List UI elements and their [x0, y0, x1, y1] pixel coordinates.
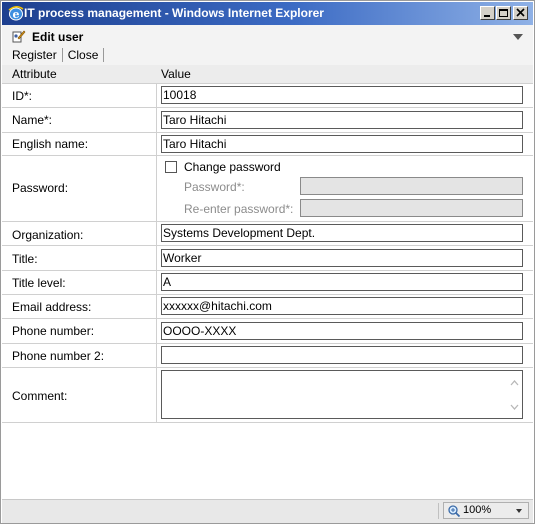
comment-scrollbar[interactable] — [508, 372, 521, 417]
password-field[interactable] — [300, 177, 523, 195]
value-column-header: Value — [161, 67, 191, 81]
reenter-password-field[interactable] — [300, 199, 523, 217]
phone2-label: Phone number 2: — [12, 349, 105, 363]
column-divider — [156, 156, 157, 221]
name-label: Name*: — [12, 113, 53, 127]
form-row-title-level: Title level: — [2, 271, 533, 295]
status-divider — [438, 503, 439, 519]
column-divider — [156, 368, 157, 422]
title-field[interactable] — [161, 249, 523, 267]
comment-textarea[interactable] — [161, 370, 523, 419]
maximize-icon — [499, 9, 508, 17]
form-row-english-name: English name: — [2, 133, 533, 156]
form-row-email: Email address: — [2, 295, 533, 319]
column-divider — [156, 222, 157, 245]
close-window-button[interactable] — [513, 6, 528, 20]
phone-label: Phone number: — [12, 324, 95, 338]
collapse-arrow-icon[interactable] — [513, 34, 523, 40]
maximize-button[interactable] — [496, 6, 511, 20]
toolbar-separator — [61, 47, 63, 62]
organization-field[interactable] — [161, 224, 523, 242]
form-row-id: ID*: — [2, 84, 533, 108]
status-bar: 100% — [2, 499, 533, 523]
change-password-checkbox[interactable] — [165, 161, 177, 173]
email-field[interactable] — [161, 297, 523, 315]
form-row-organization: Organization: — [2, 222, 533, 246]
change-password-label: Change password — [184, 160, 281, 174]
form-row-comment: Comment: — [2, 368, 533, 423]
column-divider — [156, 319, 157, 343]
reenter-password-label: Re-enter password*: — [184, 202, 294, 216]
column-divider — [156, 344, 157, 367]
scroll-arrows-icon — [510, 380, 519, 410]
title-level-label: Title level: — [12, 276, 66, 290]
email-label: Email address: — [12, 300, 92, 314]
english-name-field[interactable] — [161, 135, 523, 153]
close-icon — [516, 8, 525, 17]
magnifier-icon — [448, 505, 461, 518]
form-row-phone: Phone number: — [2, 319, 533, 344]
english-name-label: English name: — [12, 137, 89, 151]
browser-window: e IT process management - Windows Intern… — [0, 0, 535, 524]
column-divider — [156, 271, 157, 294]
organization-label: Organization: — [12, 228, 84, 242]
internet-explorer-icon: e — [8, 6, 24, 21]
svg-text:e: e — [13, 8, 20, 21]
column-divider — [156, 295, 157, 318]
id-label: ID*: — [12, 89, 33, 103]
dialog-header: Edit user Register Close — [2, 25, 533, 66]
form-row-phone2: Phone number 2: — [2, 344, 533, 368]
title-level-field[interactable] — [161, 273, 523, 291]
zoom-control[interactable]: 100% — [443, 502, 529, 519]
id-field[interactable] — [161, 86, 523, 104]
toolbar: Register Close — [10, 47, 107, 62]
title-label: Title: — [12, 252, 38, 266]
zoom-dropdown-icon[interactable] — [516, 509, 522, 513]
minimize-icon — [484, 15, 490, 17]
attribute-column-header: Attribute — [12, 67, 57, 81]
column-header: Attribute Value — [2, 65, 533, 84]
title-bar: e IT process management - Windows Intern… — [2, 2, 533, 25]
column-divider — [156, 133, 157, 155]
zoom-level: 100% — [463, 504, 492, 516]
column-divider — [156, 108, 157, 132]
password-label: Password: — [12, 181, 69, 195]
column-divider — [156, 84, 157, 107]
minimize-button[interactable] — [480, 6, 495, 20]
column-divider — [156, 246, 157, 270]
page-title: Edit user — [32, 30, 84, 44]
edit-user-icon — [12, 30, 26, 43]
password-sub-label: Password*: — [184, 180, 245, 194]
phone-field[interactable] — [161, 322, 523, 340]
form-row-title: Title: — [2, 246, 533, 271]
window-title: IT process management - Windows Internet… — [24, 6, 324, 20]
phone2-field[interactable] — [161, 346, 523, 364]
form-row-name: Name*: — [2, 108, 533, 133]
close-button[interactable]: Close — [66, 48, 101, 62]
form-row-password: Password: Change password Password*: Re-… — [2, 156, 533, 222]
toolbar-separator — [103, 47, 105, 62]
comment-label: Comment: — [12, 389, 68, 403]
name-field[interactable] — [161, 111, 523, 129]
register-button[interactable]: Register — [10, 48, 59, 62]
